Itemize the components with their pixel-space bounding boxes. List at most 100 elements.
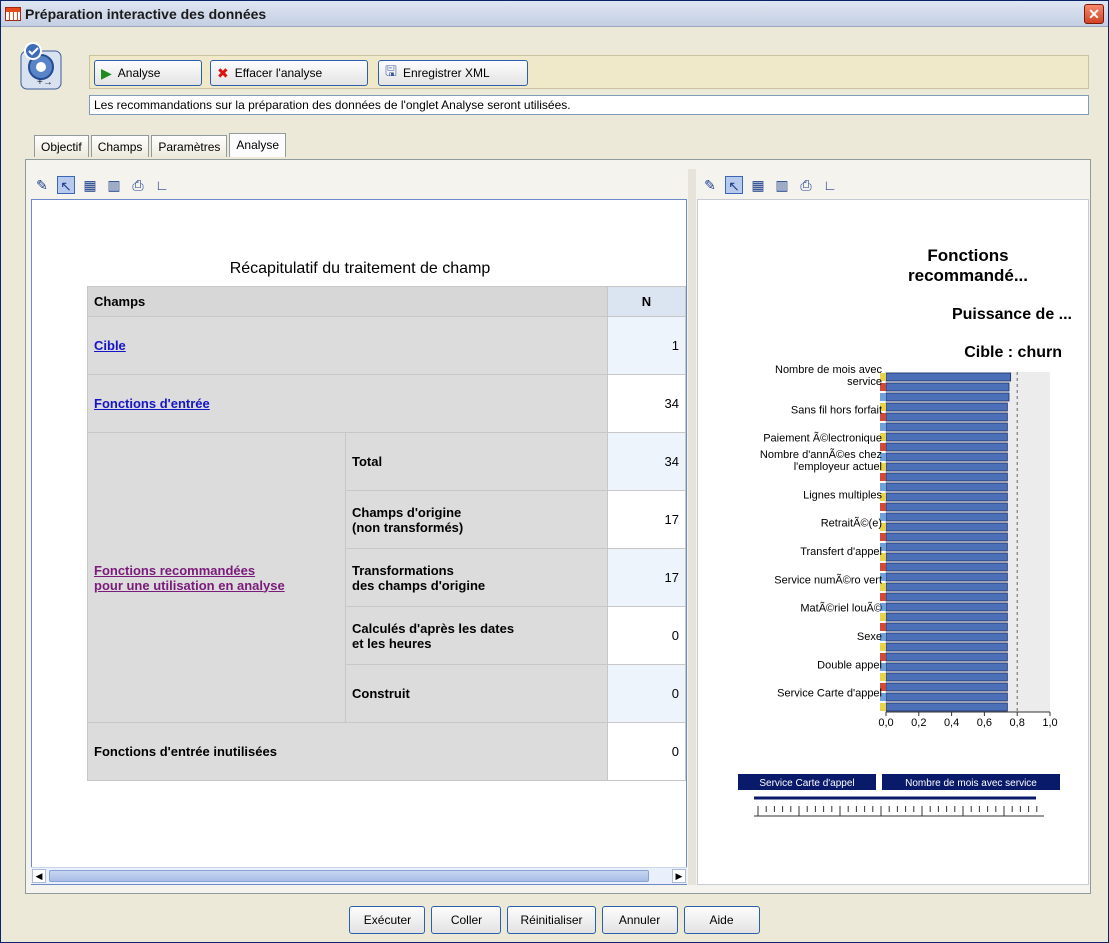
play-icon: ▶ — [101, 64, 112, 81]
scroll-left-arrow-icon[interactable]: ◀ — [32, 869, 46, 883]
bar — [885, 482, 1008, 492]
window-title: Préparation interactive des données — [25, 5, 267, 22]
bar — [885, 672, 1008, 682]
brush-icon[interactable]: ✎ — [33, 176, 51, 194]
bar — [885, 472, 1008, 482]
recommended-link[interactable]: Fonctions recommandées pour une utilisat… — [94, 563, 285, 593]
bar — [885, 382, 1010, 392]
sub-label-total: Total — [345, 432, 608, 491]
save-xml-label: Enregistrer XML — [402, 66, 490, 80]
copy-special-icon[interactable]: ▥ — [105, 176, 123, 194]
right-viewer-toolbar: ✎ ↖ ▦ ▥ ⎙ ∟ — [701, 173, 839, 197]
feature-type-marker — [880, 533, 886, 541]
save-xml-button[interactable]: 🖫 Enregistrer XML — [378, 60, 528, 86]
category-label: Sans fil hors forfait — [791, 404, 882, 416]
run-button[interactable]: Exécuter — [349, 906, 426, 934]
table-title: Récapitulatif du traitement de champ — [229, 260, 491, 277]
bar — [885, 432, 1008, 442]
bar — [885, 642, 1008, 652]
feature-type-marker — [880, 623, 886, 631]
dialog-window: Préparation interactive des données ✕ +→… — [0, 0, 1109, 943]
col-header-fields: Champs — [87, 286, 608, 317]
category-label: Service numÃ©ro vert — [774, 573, 882, 586]
category-label: Sexe — [857, 631, 882, 643]
category-label: MatÃ©riel louÃ© — [800, 602, 882, 615]
x-tick-label: 0,8 — [1010, 717, 1025, 729]
total-count: 34 — [607, 432, 686, 491]
category-label: Nombre de mois avec — [775, 364, 882, 376]
tab-champs[interactable]: Champs — [90, 135, 150, 157]
clear-analysis-button[interactable]: ✖ Effacer l'analyse — [210, 60, 368, 86]
slider-right-label: Nombre de mois avec service — [905, 778, 1037, 789]
target-row-label: Cible — [87, 316, 608, 375]
inputs-link[interactable]: Fonctions d'entrée — [94, 396, 210, 411]
bar — [885, 682, 1008, 692]
constructed-count: 0 — [607, 664, 686, 723]
scroll-right-arrow-icon[interactable]: ▶ — [672, 869, 686, 883]
copy-special-icon[interactable]: ▥ — [773, 176, 791, 194]
category-label: Lignes multiples — [803, 489, 882, 501]
bar — [885, 692, 1008, 702]
chart-axis-icon[interactable]: ∟ — [153, 176, 171, 194]
copy-icon[interactable]: ▦ — [81, 176, 99, 194]
tab-objectif[interactable]: Objectif — [34, 135, 89, 157]
tab-analyse[interactable]: Analyse — [229, 133, 287, 157]
bar — [885, 652, 1008, 662]
close-button[interactable]: ✕ — [1084, 4, 1104, 24]
bar — [885, 542, 1008, 552]
left-viewer-toolbar: ✎ ↖ ▦ ▥ ⎙ ∟ — [33, 173, 171, 197]
sub-label-original: Champs d'origine (non transformés) — [345, 490, 608, 549]
bar — [885, 412, 1008, 422]
scroll-thumb[interactable] — [49, 870, 649, 882]
inputs-count: 34 — [607, 374, 686, 433]
feature-type-marker — [880, 703, 886, 711]
svg-text:+→: +→ — [37, 77, 53, 88]
pointer-icon[interactable]: ↖ — [725, 176, 743, 194]
analysis-toolbar: ▶ Analyse ✖ Effacer l'analyse 🖫 Enregist… — [89, 55, 1089, 89]
bar — [885, 442, 1008, 452]
bar — [885, 462, 1008, 472]
tab-parametres[interactable]: Paramètres — [151, 135, 228, 157]
x-tick-label: 0,2 — [911, 717, 926, 729]
transformations-line2: des champs d'origine — [352, 577, 486, 593]
title-bar: Préparation interactive des données ✕ — [1, 1, 1108, 27]
pane-splitter[interactable] — [688, 169, 696, 885]
feature-type-marker — [880, 503, 886, 511]
bar — [885, 402, 1008, 412]
table-row: Fonctions recommandées pour une utilisat… — [87, 432, 686, 723]
category-label: RetraitÃ©(e) — [821, 517, 882, 530]
x-tick-label: 1,0 — [1042, 717, 1057, 729]
pointer-icon[interactable]: ↖ — [57, 176, 75, 194]
original-line1: Champs d'origine — [352, 504, 462, 520]
chart-title-line2: recommandé... — [908, 266, 1028, 285]
close-icon: ✕ — [1088, 6, 1100, 22]
recommended-label-line1: Fonctions recommandées — [94, 562, 256, 578]
category-label: l'employeur actuel — [794, 461, 882, 473]
print-icon[interactable]: ⎙ — [129, 176, 147, 194]
table-header-row: Champs N — [87, 286, 686, 317]
horizontal-scrollbar[interactable]: ◀ ▶ — [31, 867, 687, 884]
help-button[interactable]: Aide — [683, 906, 760, 934]
dialog-button-bar: Exécuter Coller Réinitialiser Annuler Ai… — [1, 897, 1108, 943]
brush-icon[interactable]: ✎ — [701, 176, 719, 194]
unused-count: 0 — [607, 722, 686, 781]
reset-button[interactable]: Réinitialiser — [507, 906, 596, 934]
category-label: service — [847, 376, 882, 388]
paste-button[interactable]: Coller — [431, 906, 502, 934]
bar — [885, 372, 1012, 382]
analyze-button[interactable]: ▶ Analyse — [94, 60, 202, 86]
transformations-line1: Transformations — [352, 562, 454, 578]
bar — [885, 662, 1008, 672]
chart-axis-icon[interactable]: ∟ — [821, 176, 839, 194]
target-link[interactable]: Cible — [94, 338, 126, 353]
spreadsheet-icon — [5, 6, 21, 21]
feature-type-marker — [880, 473, 886, 481]
field-processing-table: Champs N Cible 1 Fonctions d'entrée 34 F… — [87, 286, 686, 781]
bar — [885, 622, 1008, 632]
sub-label-dates: Calculés d'après les dates et les heures — [345, 606, 608, 665]
print-icon[interactable]: ⎙ — [797, 176, 815, 194]
copy-icon[interactable]: ▦ — [749, 176, 767, 194]
table-row: Fonctions d'entrée 34 — [87, 374, 686, 433]
cancel-button[interactable]: Annuler — [601, 906, 678, 934]
unused-row-label: Fonctions d'entrée inutilisées — [87, 722, 608, 781]
